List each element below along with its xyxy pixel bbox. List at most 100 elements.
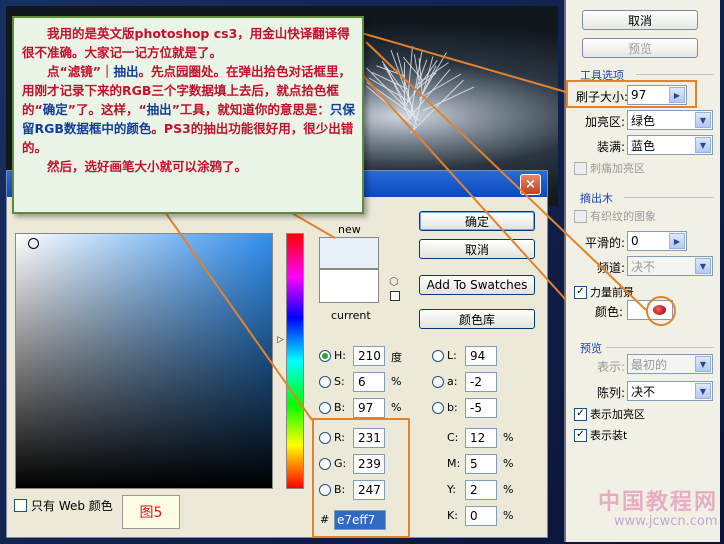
arrow-right-icon[interactable]: ▶ bbox=[669, 233, 685, 249]
fill-select[interactable]: 蓝色 ▼ bbox=[627, 135, 713, 155]
note-paragraph-1: 我用的是英文版photoshop cs3，用金山快译翻译得很不准确。大家记一记方… bbox=[22, 26, 350, 60]
checkmark-icon[interactable]: ✓ bbox=[574, 285, 587, 299]
show-value: 最初的 bbox=[631, 357, 668, 372]
display-value: 决不 bbox=[631, 384, 656, 399]
color-field[interactable] bbox=[15, 233, 273, 489]
lab-b-input[interactable]: -5 bbox=[465, 398, 497, 418]
k-input[interactable]: 0 bbox=[465, 506, 497, 526]
web-colors-only-checkbox[interactable]: 只有 Web 颜色 bbox=[14, 497, 113, 514]
l-radio[interactable] bbox=[432, 350, 444, 362]
y-label: Y: bbox=[447, 483, 456, 496]
textured-image-checkbox[interactable]: 有织纹的图象 bbox=[574, 208, 656, 224]
lab-b-label: b: bbox=[447, 401, 458, 414]
watermark-url: www.jcwcn.com bbox=[614, 514, 718, 529]
close-icon[interactable]: × bbox=[520, 174, 541, 195]
show-select[interactable]: 最初的 ▼ bbox=[627, 354, 713, 374]
display-select[interactable]: 决不 ▼ bbox=[627, 381, 713, 401]
new-color-swatch bbox=[319, 237, 379, 269]
triangle-right-icon[interactable]: ▷ bbox=[277, 335, 284, 345]
show-highlight-checkbox[interactable]: ✓ 表示加亮区 bbox=[574, 406, 645, 422]
s-unit: % bbox=[391, 375, 402, 388]
b-input[interactable]: 97 bbox=[353, 398, 385, 418]
websafe-swatch[interactable] bbox=[390, 291, 400, 301]
figure-label: 图5 bbox=[122, 495, 180, 529]
color-libraries-button[interactable]: 颜色库 bbox=[419, 309, 535, 329]
hue-slider[interactable] bbox=[286, 233, 304, 489]
note-paragraph-2: 点“滤镜”｜抽出。先点园圈处。在弹出拾色对话框里，用刚才记录下来的RGB三个字数… bbox=[22, 62, 356, 157]
fill-label: 装满: bbox=[597, 140, 626, 154]
rgb-values-highlight bbox=[312, 418, 410, 538]
brush-size-highlight bbox=[566, 80, 697, 108]
h-unit: 度 bbox=[391, 351, 402, 364]
lab-b-radio[interactable] bbox=[432, 402, 444, 414]
chevron-down-icon[interactable]: ▼ bbox=[695, 258, 711, 274]
show-fill-label: 表示装t bbox=[590, 429, 628, 442]
note-text: 点“滤镜”｜ bbox=[47, 64, 114, 79]
y-input[interactable]: 2 bbox=[465, 480, 497, 500]
s-label: S: bbox=[334, 375, 345, 388]
preview-section-title: 预览 bbox=[580, 342, 602, 355]
b-radio[interactable] bbox=[319, 402, 331, 414]
web-colors-only-label: 只有 Web 颜色 bbox=[31, 499, 113, 513]
ok-button[interactable]: 确定 bbox=[419, 211, 535, 231]
highlight-label: 加亮区: bbox=[585, 115, 626, 129]
show-highlight-label: 表示加亮区 bbox=[590, 408, 645, 421]
annotation-note: 我用的是英文版photoshop cs3，用金山快译翻译得很不准确。大家记一记方… bbox=[12, 16, 364, 214]
show-fill-checkbox[interactable]: ✓ 表示装t bbox=[574, 427, 627, 443]
b-unit: % bbox=[391, 401, 402, 414]
chevron-down-icon[interactable]: ▼ bbox=[695, 112, 711, 128]
l-label: L: bbox=[447, 349, 457, 362]
show-label: 表示: bbox=[597, 360, 626, 374]
note-emphasis: 确定 bbox=[42, 102, 68, 117]
k-unit: % bbox=[503, 509, 514, 522]
channel-value: 决不 bbox=[631, 259, 656, 274]
display-label: 陈列: bbox=[597, 386, 626, 400]
highlight-select[interactable]: 绿色 ▼ bbox=[627, 110, 713, 130]
new-color-label: new bbox=[338, 223, 361, 236]
section-divider bbox=[606, 347, 714, 348]
note-emphasis: 抽出 bbox=[146, 102, 172, 117]
h-input[interactable]: 210 bbox=[353, 346, 385, 366]
preview-button[interactable]: 预览 bbox=[582, 38, 698, 58]
force-foreground-checkbox[interactable]: ✓ 力量前景 bbox=[574, 284, 634, 300]
smooth-label: 平滑的: bbox=[585, 236, 626, 250]
color-picker-dialog: × ▷ new current ⬡ 确定 取消 Add To Swatches … bbox=[6, 170, 548, 538]
chevron-down-icon[interactable]: ▼ bbox=[695, 383, 711, 399]
add-to-swatches-button[interactable]: Add To Swatches bbox=[419, 275, 535, 295]
checkbox-box[interactable] bbox=[14, 499, 27, 512]
force-foreground-label: 力量前景 bbox=[590, 286, 634, 299]
k-label: K: bbox=[447, 509, 458, 522]
channel-select[interactable]: 决不 ▼ bbox=[627, 256, 713, 276]
c-unit: % bbox=[503, 431, 514, 444]
note-text: ”了。这样，“ bbox=[67, 102, 147, 117]
checkbox-box[interactable] bbox=[574, 209, 587, 223]
s-input[interactable]: 6 bbox=[353, 372, 385, 392]
chevron-down-icon[interactable]: ▼ bbox=[695, 356, 711, 372]
smart-highlight-checkbox[interactable]: 刺痛加亮区 bbox=[574, 160, 645, 176]
checkmark-icon[interactable]: ✓ bbox=[574, 428, 587, 442]
checkmark-icon[interactable]: ✓ bbox=[574, 407, 587, 421]
smooth-input[interactable]: 0 ▶ bbox=[627, 231, 687, 251]
section-divider bbox=[624, 197, 714, 198]
a-input[interactable]: -2 bbox=[465, 372, 497, 392]
m-input[interactable]: 5 bbox=[465, 454, 497, 474]
section-divider bbox=[636, 74, 714, 75]
cancel-button[interactable]: 取消 bbox=[582, 10, 698, 30]
l-input[interactable]: 94 bbox=[465, 346, 497, 366]
a-radio[interactable] bbox=[432, 376, 444, 388]
current-color-swatch[interactable] bbox=[319, 269, 379, 303]
extraction-title: 摘出木 bbox=[580, 192, 613, 205]
note-emphasis: 抽出 bbox=[113, 64, 139, 79]
s-radio[interactable] bbox=[319, 376, 331, 388]
h-label: H: bbox=[334, 349, 346, 362]
h-radio[interactable] bbox=[319, 350, 331, 362]
fill-value: 蓝色 bbox=[631, 138, 656, 153]
c-label: C: bbox=[447, 431, 459, 444]
c-input[interactable]: 12 bbox=[465, 428, 497, 448]
cube-icon[interactable]: ⬡ bbox=[389, 275, 399, 288]
cancel-dialog-button[interactable]: 取消 bbox=[419, 239, 535, 259]
screenshot-frame: 取消 预览 工具选项 刷子大小: 97 ▶ 加亮区: 绿色 ▼ 装满: 蓝色 ▼… bbox=[0, 0, 724, 544]
color-field-marker[interactable] bbox=[28, 238, 39, 249]
chevron-down-icon[interactable]: ▼ bbox=[695, 137, 711, 153]
checkbox-box[interactable] bbox=[574, 161, 587, 175]
